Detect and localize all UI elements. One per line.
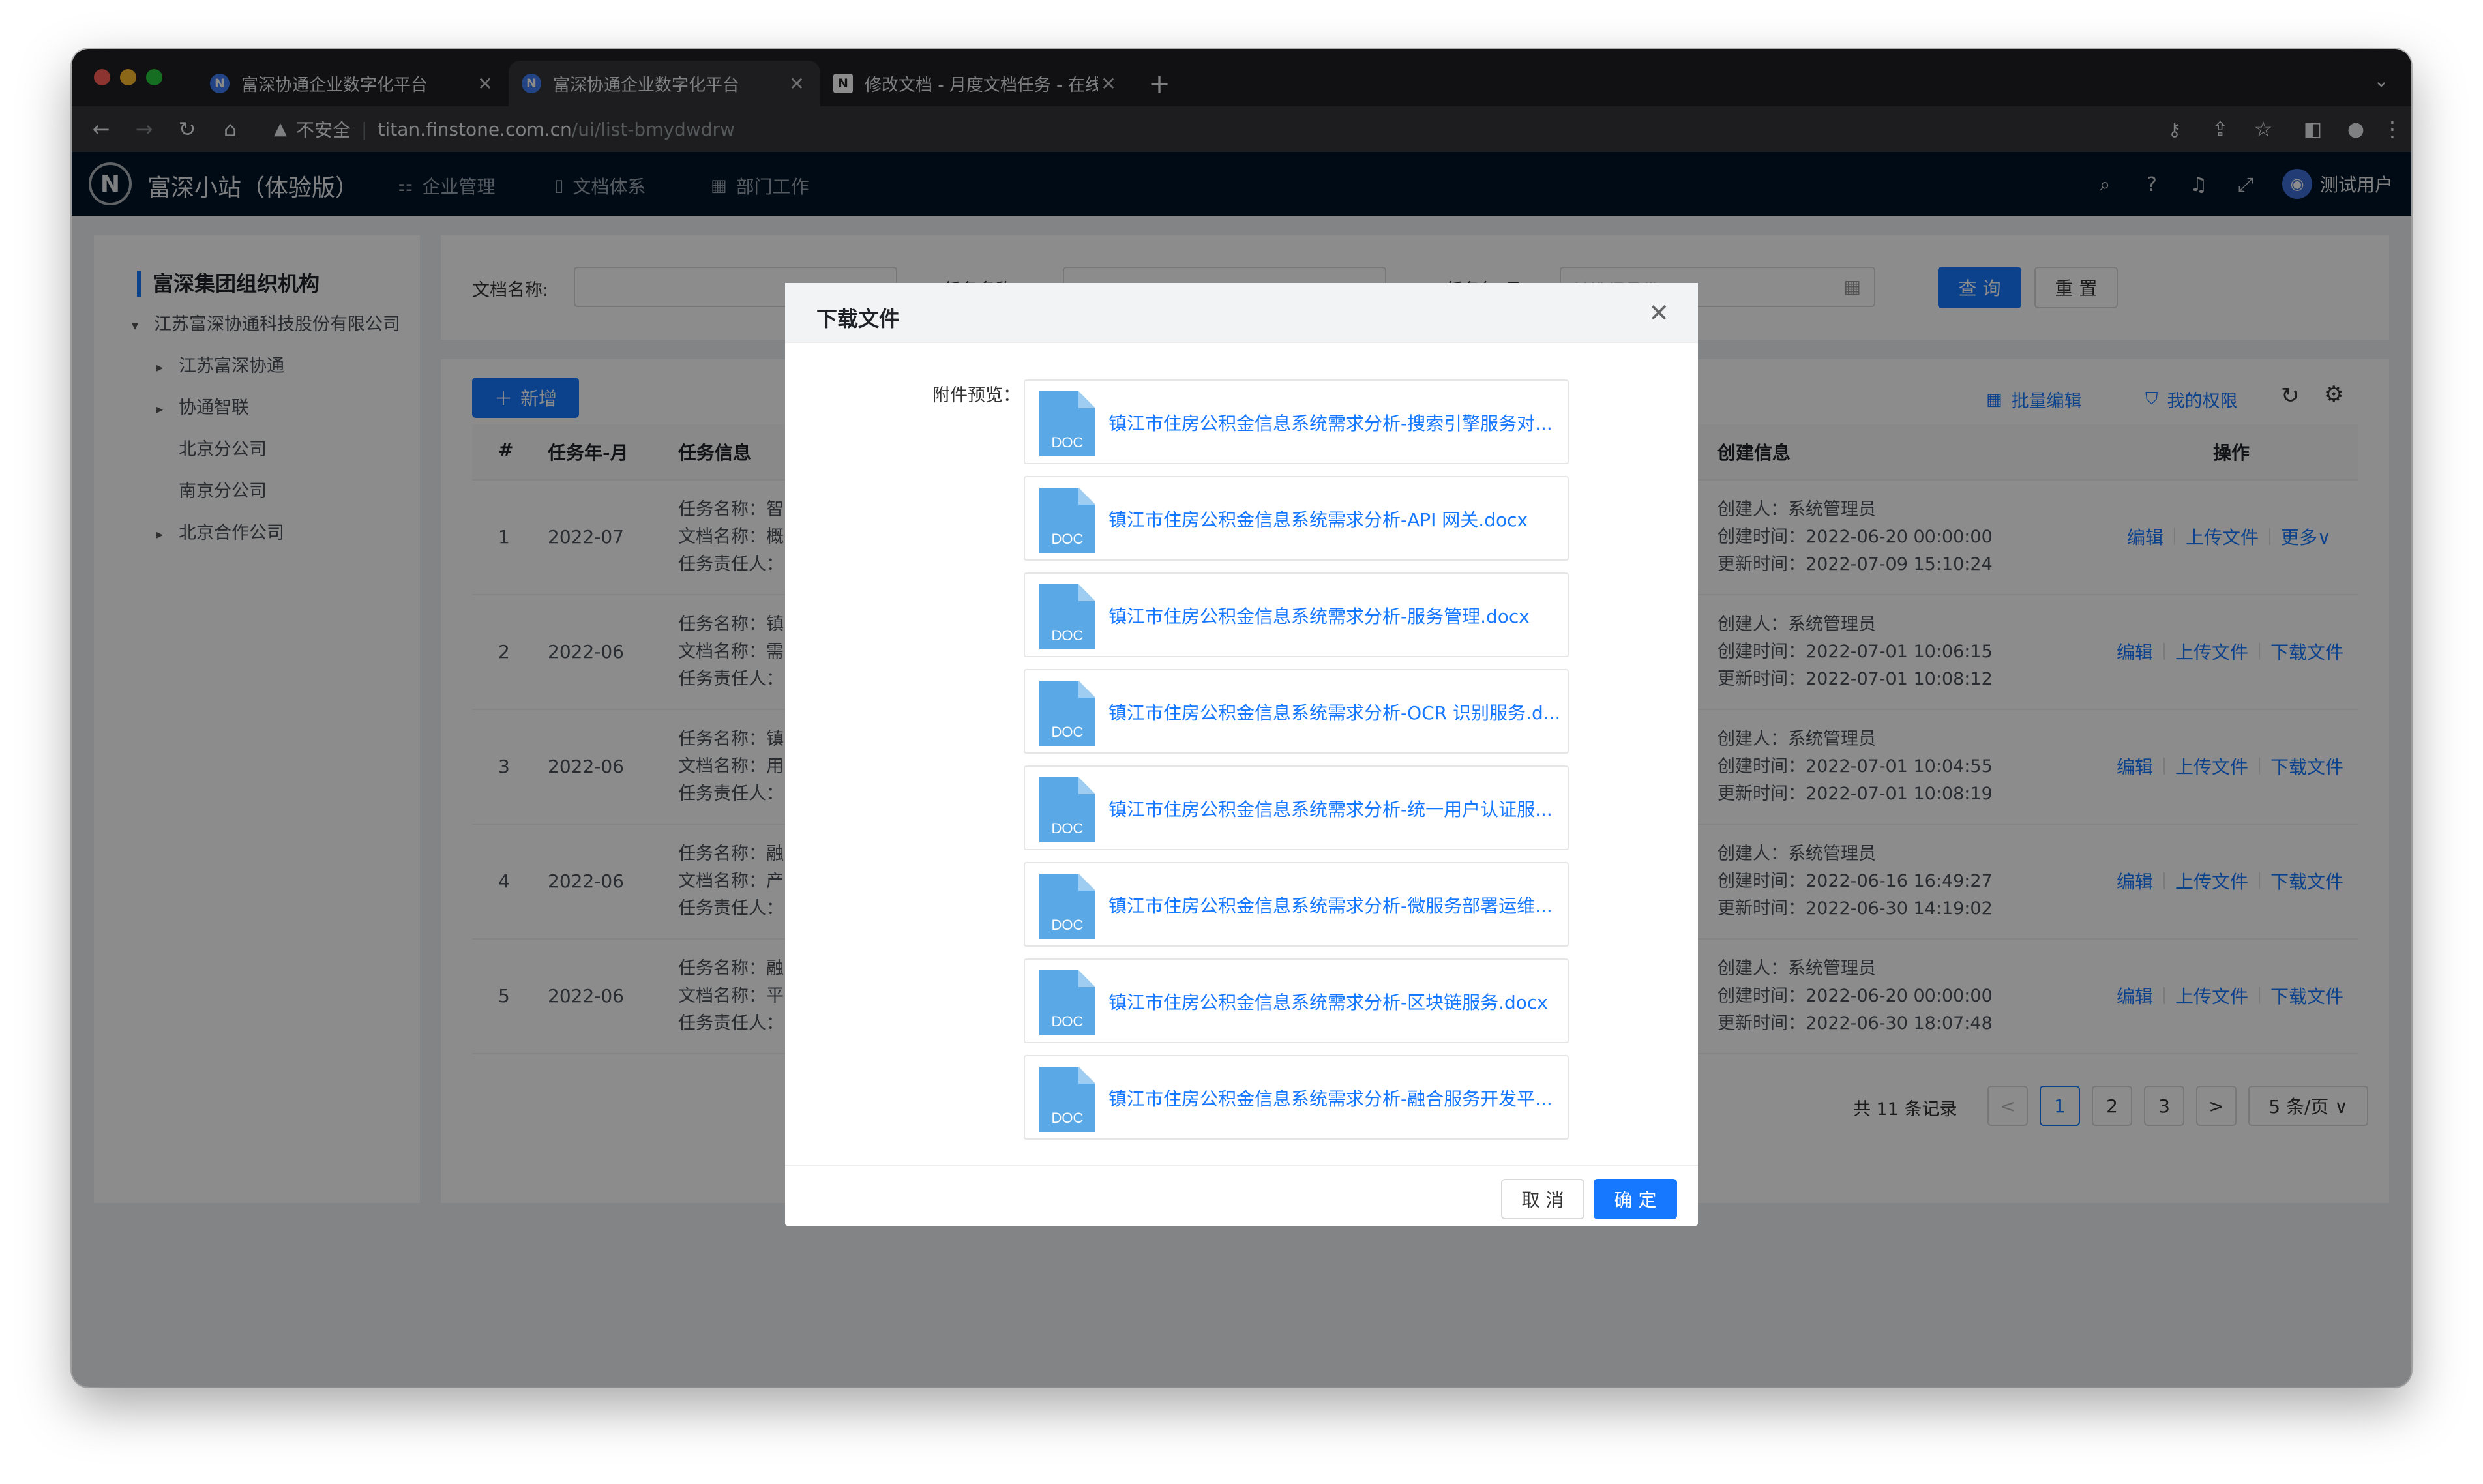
svg-text:DOC: DOC [1052, 917, 1084, 933]
dialog-header: 下载文件 ✕ [785, 283, 1698, 343]
close-icon[interactable]: ✕ [1643, 297, 1674, 329]
doc-file-icon: DOC [1039, 584, 1095, 649]
confirm-button[interactable]: 确 定 [1594, 1179, 1677, 1219]
attachment-file-name[interactable]: 镇江市住房公积金信息系统需求分析-微服务部署运维... [1108, 892, 1558, 918]
dialog-footer: 取 消 确 定 [785, 1165, 1698, 1226]
browser-window: N 富深协通企业数字化平台 ✕ N 富深协通企业数字化平台 ✕ N 修改文档 -… [72, 49, 2411, 1387]
doc-file-icon: DOC [1039, 1067, 1095, 1132]
attachment-file-name[interactable]: 镇江市住房公积金信息系统需求分析-OCR 识别服务.d... [1108, 699, 1558, 725]
attachment-file-card[interactable]: DOC 镇江市住房公积金信息系统需求分析-服务管理.docx [1024, 572, 1569, 657]
attachment-file-card[interactable]: DOC 镇江市住房公积金信息系统需求分析-融合服务开发平... [1024, 1055, 1569, 1140]
attachment-file-name[interactable]: 镇江市住房公积金信息系统需求分析-区块链服务.docx [1108, 988, 1558, 1015]
attachment-preview-label: 附件预览： [932, 385, 1020, 406]
dialog-body: 附件预览： DOC 镇江市住房公积金信息系统需求分析-搜索引擎服务对... DO… [806, 364, 1677, 1165]
download-file-dialog: 下载文件 ✕ 附件预览： DOC 镇江市住房公积金信息系统需求分析-搜索引擎服务… [785, 283, 1698, 1226]
attachment-file-card[interactable]: DOC 镇江市住房公积金信息系统需求分析-搜索引擎服务对... [1024, 379, 1569, 464]
attachment-file-card[interactable]: DOC 镇江市住房公积金信息系统需求分析-区块链服务.docx [1024, 958, 1569, 1043]
doc-file-icon: DOC [1039, 391, 1095, 456]
dialog-title: 下载文件 [816, 306, 900, 331]
attachment-file-name[interactable]: 镇江市住房公积金信息系统需求分析-服务管理.docx [1108, 602, 1558, 629]
attachment-file-card[interactable]: DOC 镇江市住房公积金信息系统需求分析-微服务部署运维... [1024, 862, 1569, 947]
svg-text:DOC: DOC [1052, 627, 1084, 644]
attachment-file-card[interactable]: DOC 镇江市住房公积金信息系统需求分析-OCR 识别服务.d... [1024, 669, 1569, 754]
svg-text:DOC: DOC [1052, 434, 1084, 451]
svg-text:DOC: DOC [1052, 724, 1084, 740]
attachment-file-name[interactable]: 镇江市住房公积金信息系统需求分析-API 网关.docx [1108, 506, 1558, 532]
svg-text:DOC: DOC [1052, 1013, 1084, 1030]
doc-file-icon: DOC [1039, 777, 1095, 842]
cancel-button[interactable]: 取 消 [1501, 1179, 1584, 1219]
svg-text:DOC: DOC [1052, 1110, 1084, 1126]
attachment-file-card[interactable]: DOC 镇江市住房公积金信息系统需求分析-统一用户认证服... [1024, 765, 1569, 850]
doc-file-icon: DOC [1039, 681, 1095, 746]
attachment-file-name[interactable]: 镇江市住房公积金信息系统需求分析-融合服务开发平... [1108, 1085, 1558, 1111]
attachment-file-name[interactable]: 镇江市住房公积金信息系统需求分析-统一用户认证服... [1108, 795, 1558, 822]
attachment-file-name[interactable]: 镇江市住房公积金信息系统需求分析-搜索引擎服务对... [1108, 409, 1558, 436]
doc-file-icon: DOC [1039, 874, 1095, 939]
doc-file-icon: DOC [1039, 488, 1095, 553]
doc-file-icon: DOC [1039, 970, 1095, 1035]
attachment-file-card[interactable]: DOC 镇江市住房公积金信息系统需求分析-API 网关.docx [1024, 476, 1569, 561]
svg-text:DOC: DOC [1052, 820, 1084, 837]
svg-text:DOC: DOC [1052, 531, 1084, 547]
